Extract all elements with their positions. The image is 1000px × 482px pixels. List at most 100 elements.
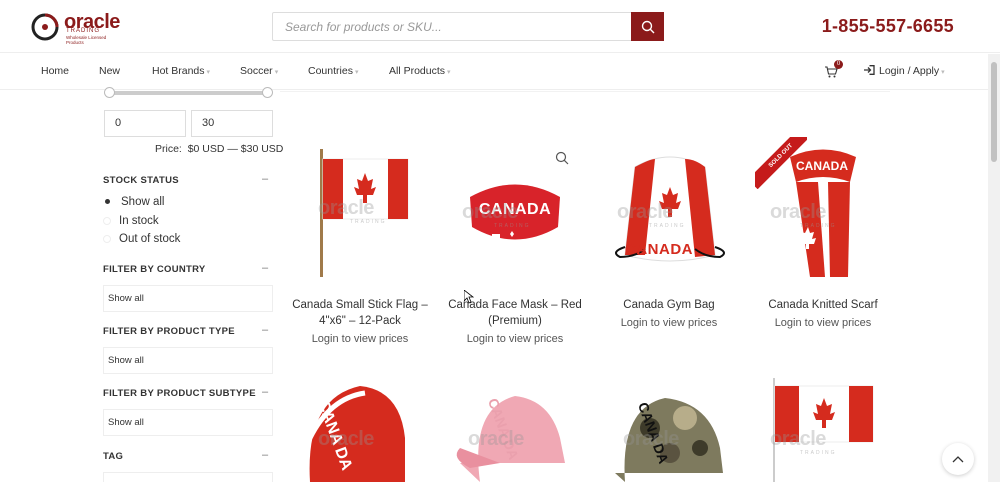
- max-price-input[interactable]: 30: [191, 110, 273, 137]
- product-title-line: Canada Face Mask – Red: [448, 299, 582, 311]
- filter-product-subtype-heading[interactable]: FILTER BY PRODUCT SUBTYPE: [103, 388, 256, 399]
- chevron-down-icon: ▾: [447, 69, 451, 76]
- watermark: oracle: [318, 428, 374, 450]
- radio-selected-icon: [105, 199, 110, 205]
- cart-count-badge: 0: [834, 60, 843, 69]
- phone-number[interactable]: 1-855-557-6655: [822, 16, 954, 37]
- filter-product-type-heading[interactable]: FILTER BY PRODUCT TYPE: [103, 326, 235, 337]
- product-title[interactable]: Canada Knitted Scarf: [748, 297, 898, 313]
- scroll-to-top-button[interactable]: [942, 443, 974, 475]
- stock-option-in-stock[interactable]: In stock: [103, 215, 159, 227]
- price-slider-max-handle[interactable]: [262, 87, 273, 98]
- watermark: oracle: [617, 201, 673, 223]
- bag-print: CANADA: [625, 241, 693, 258]
- min-price-input[interactable]: 0: [104, 110, 186, 137]
- product-title[interactable]: Canada Small Stick Flag – 4"x6" – 12-Pac…: [285, 297, 435, 329]
- watermark: oracle: [318, 197, 374, 219]
- nav-label: Home: [41, 65, 70, 77]
- chevron-down-icon: ▾: [941, 69, 945, 76]
- nav-item-hot-brands[interactable]: Hot Brands ▾: [152, 65, 210, 77]
- product-title-line: (Premium): [488, 315, 542, 327]
- collapse-icon[interactable]: –: [262, 173, 268, 185]
- product-subtype-select[interactable]: Show all: [103, 409, 273, 436]
- watermark-sub: TRADING: [800, 450, 837, 456]
- collapse-icon[interactable]: –: [262, 324, 268, 336]
- product-image-canada-flag[interactable]: oracle TRADING: [770, 378, 880, 482]
- nav-label: Hot Brands: [152, 65, 205, 77]
- nav-item-soccer[interactable]: Soccer ▾: [240, 65, 278, 77]
- logo-tagline: Wholesale Licensed Products: [66, 35, 107, 45]
- product-image-cap-pink[interactable]: CANA DA oracle: [440, 378, 590, 482]
- search-button[interactable]: [631, 12, 664, 41]
- login-apply-link[interactable]: Login / Apply ▾: [864, 65, 945, 77]
- search-icon: [641, 20, 654, 33]
- product-type-select[interactable]: Show all: [103, 347, 273, 374]
- product-title[interactable]: Canada Gym Bag: [594, 297, 744, 313]
- radio-label: Out of stock: [119, 233, 181, 245]
- search-input[interactable]: [273, 13, 631, 40]
- login-to-view-prices[interactable]: Login to view prices: [748, 317, 898, 329]
- radio-icon: [103, 216, 111, 225]
- search-bar: [272, 12, 664, 41]
- product-image-stick-flag[interactable]: oracle TRADING: [290, 137, 440, 287]
- watermark: oracle: [770, 201, 826, 223]
- watermark: oracle: [468, 428, 524, 450]
- nav-label: Countries: [308, 65, 353, 77]
- watermark: oracle: [623, 428, 679, 450]
- watermark-sub: TRADING: [350, 219, 387, 225]
- watermark-sub: TRADING: [494, 223, 531, 229]
- product-title[interactable]: Canada Face Mask – Red (Premium): [440, 297, 590, 329]
- price-slider-range: [108, 91, 268, 95]
- watermark-sub: TRADING: [649, 223, 686, 229]
- collapse-icon[interactable]: –: [262, 262, 268, 274]
- price-label-prefix: Price:: [155, 143, 182, 155]
- nav-item-home[interactable]: Home: [41, 65, 69, 77]
- scrollbar-thumb[interactable]: [991, 62, 997, 162]
- stock-status-heading[interactable]: STOCK STATUS: [103, 175, 179, 186]
- logo-mark-icon: [31, 13, 59, 41]
- product-image-cap-camo[interactable]: CANA DA oracle: [595, 378, 745, 482]
- product-image-gym-bag[interactable]: CANADA oracle TRADING: [595, 137, 745, 287]
- nav-label: Soccer: [240, 65, 273, 77]
- page-scrollbar[interactable]: [988, 54, 1000, 482]
- login-to-view-prices[interactable]: Login to view prices: [594, 317, 744, 329]
- product-title-line: 4"x6" – 12-Pack: [319, 315, 401, 327]
- price-slider[interactable]: [104, 87, 273, 98]
- price-slider-min-handle[interactable]: [104, 87, 115, 98]
- site-header: oracle TRADING Wholesale Licensed Produc…: [0, 0, 1000, 53]
- login-icon: [864, 65, 875, 75]
- collapse-icon[interactable]: –: [262, 449, 268, 461]
- filter-country-heading[interactable]: FILTER BY COUNTRY: [103, 264, 206, 275]
- stock-option-out-of-stock[interactable]: Out of stock: [103, 233, 180, 245]
- logo-sub: TRADING: [66, 28, 100, 34]
- chevron-down-icon: ▾: [206, 69, 211, 76]
- zoom-icon: [555, 151, 569, 165]
- price-range-label: Price: $0 USD — $30 USD: [155, 143, 283, 155]
- chevron-up-icon: [952, 456, 964, 463]
- radio-icon: [103, 234, 111, 243]
- product-image-cap-red[interactable]: CANA DA oracle: [290, 378, 440, 482]
- nav-label: All Products: [389, 65, 446, 77]
- login-label: Login / Apply: [879, 65, 940, 77]
- login-to-view-prices[interactable]: Login to view prices: [285, 333, 435, 345]
- collapse-icon[interactable]: –: [262, 386, 268, 398]
- watermark: oracle: [770, 428, 826, 450]
- product-title-line: Canada Small Stick Flag –: [292, 299, 428, 311]
- stock-option-show-all[interactable]: Show all: [103, 196, 164, 208]
- site-logo[interactable]: oracle TRADING Wholesale Licensed Produc…: [30, 11, 125, 45]
- login-to-view-prices[interactable]: Login to view prices: [440, 333, 590, 345]
- watermark-sub: TRADING: [800, 223, 837, 229]
- sold-out-ribbon: SOLD OUT: [755, 137, 807, 189]
- tag-select[interactable]: [103, 472, 273, 482]
- radio-label: Show all: [121, 196, 165, 208]
- country-select[interactable]: Show all: [103, 285, 273, 312]
- quick-view-button[interactable]: [546, 142, 578, 174]
- nav-item-countries[interactable]: Countries ▾: [308, 65, 358, 77]
- divider: [280, 91, 890, 92]
- tag-heading[interactable]: TAG: [103, 451, 123, 462]
- watermark: oracle: [462, 201, 518, 223]
- cart-button[interactable]: 0: [824, 60, 843, 79]
- sold-out-badge: SOLD OUT: [755, 137, 807, 189]
- nav-item-all-products[interactable]: All Products ▾: [389, 65, 451, 77]
- nav-item-new[interactable]: New: [99, 65, 120, 77]
